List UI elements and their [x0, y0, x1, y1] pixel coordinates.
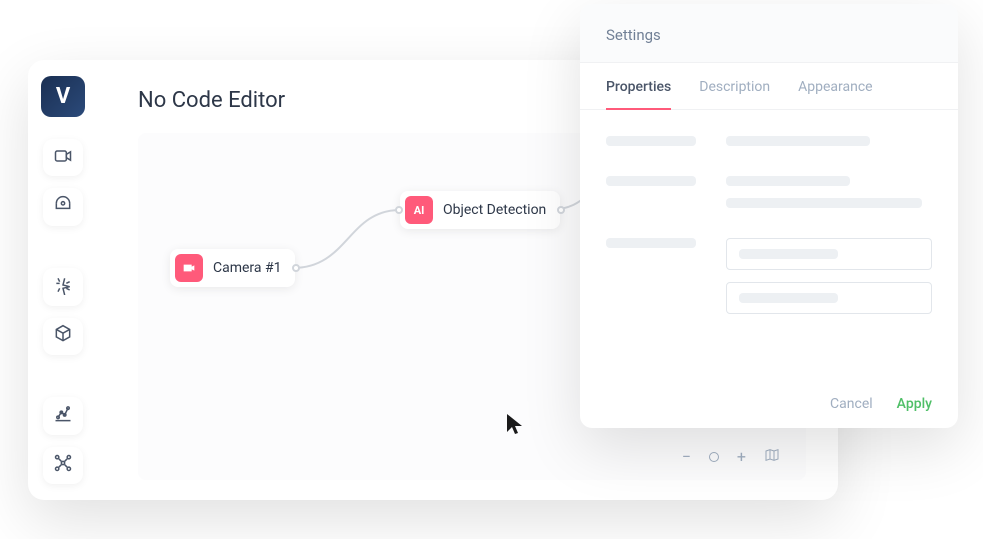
- zoom-in-button[interactable]: +: [737, 449, 746, 465]
- form-row: [606, 176, 932, 208]
- target-tool-button[interactable]: [43, 188, 83, 225]
- target-icon: [53, 195, 73, 219]
- camera-icon: [175, 254, 203, 282]
- tab-appearance[interactable]: Appearance: [798, 63, 872, 109]
- nodes-tool-button[interactable]: [43, 447, 83, 484]
- sparkle-icon: [53, 275, 73, 299]
- placeholder-value: [726, 136, 870, 146]
- placeholder-label: [606, 136, 696, 146]
- cube-icon: [53, 324, 73, 348]
- settings-header: Settings: [580, 4, 958, 63]
- port-out[interactable]: [557, 206, 565, 214]
- zoom-reset-button[interactable]: [709, 452, 719, 462]
- form-row: [606, 136, 932, 146]
- placeholder-value: [726, 176, 850, 186]
- nodes-icon: [53, 453, 73, 477]
- cancel-button[interactable]: Cancel: [830, 396, 873, 412]
- placeholder-input[interactable]: [726, 238, 932, 270]
- form-row: [606, 238, 932, 314]
- app-logo: V: [41, 76, 85, 117]
- tab-description[interactable]: Description: [699, 63, 770, 109]
- sparkle-tool-button[interactable]: [43, 268, 83, 305]
- cube-tool-button[interactable]: [43, 318, 83, 355]
- placeholder-label: [606, 176, 696, 186]
- settings-footer: Cancel Apply: [580, 380, 958, 428]
- settings-title: Settings: [606, 26, 932, 44]
- camera-icon: [53, 146, 73, 170]
- placeholder-label: [606, 238, 696, 248]
- node-camera[interactable]: Camera #1: [170, 249, 295, 287]
- placeholder-value: [726, 198, 922, 208]
- ai-icon: AI: [405, 196, 433, 224]
- chart-tool-button[interactable]: [43, 397, 83, 434]
- port-out[interactable]: [292, 264, 300, 272]
- zoom-out-button[interactable]: −: [682, 449, 691, 465]
- chart-icon: [53, 404, 73, 428]
- fit-map-button[interactable]: [764, 447, 780, 466]
- camera-tool-button[interactable]: [43, 139, 83, 176]
- node-label: Object Detection: [443, 202, 546, 218]
- sidebar: V: [28, 60, 98, 500]
- tab-properties[interactable]: Properties: [606, 63, 671, 109]
- zoom-controls: − +: [682, 447, 780, 466]
- settings-tabs: Properties Description Appearance: [580, 63, 958, 110]
- settings-panel: Settings Properties Description Appearan…: [580, 4, 958, 428]
- apply-button[interactable]: Apply: [897, 396, 932, 412]
- cursor-icon: [506, 413, 524, 440]
- port-in[interactable]: [395, 206, 403, 214]
- node-label: Camera #1: [213, 260, 281, 276]
- settings-body: [580, 110, 958, 380]
- node-ai[interactable]: AI Object Detection: [400, 191, 560, 229]
- placeholder-input[interactable]: [726, 282, 932, 314]
